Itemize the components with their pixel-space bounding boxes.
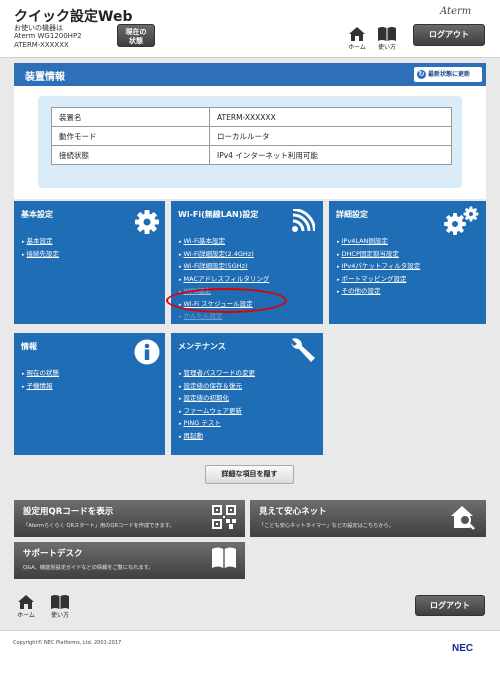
table-row: 動作モード ローカルルータ — [51, 126, 452, 146]
home-label: ホーム — [348, 44, 366, 51]
app-title: クイック設定Web — [14, 9, 133, 25]
book-icon — [378, 27, 396, 41]
maintenance-links: 管理者パスワードの変更 設定値の保存＆復元 設定値の初期化 ファームウェア更新 … — [179, 368, 256, 444]
device-info-panel: 装置情報 ↻ 最新状態に更新 装置名 ATERM-XXXXXX 動作モード ロー… — [14, 63, 486, 199]
help-label: 使い方 — [377, 44, 396, 51]
link-firmware-update[interactable]: ファームウェア更新 — [179, 406, 255, 419]
card-desc: Q&A、機能別設定ガイドなどの情報をご覧になれます。 — [23, 565, 154, 571]
row-value: ローカルルータ — [209, 126, 452, 146]
row-key: 接続状態 — [51, 145, 210, 165]
home-icon — [349, 27, 365, 41]
link-port-mapping[interactable]: ポートマッピング設定 — [337, 274, 420, 287]
tile-basic-settings: 基本設定 基本設定 接続先設定 — [14, 201, 165, 324]
footer-logout-button[interactable]: ログアウト — [415, 595, 485, 616]
tile-title: メンテナンス — [178, 342, 226, 351]
link-other-settings[interactable]: その他の設定 — [337, 286, 420, 299]
gear-icon — [135, 210, 159, 234]
tile-title: 詳細設定 — [336, 210, 368, 219]
link-factory-reset[interactable]: 設定値の初期化 — [179, 393, 255, 406]
nec-logo: NEC — [452, 643, 474, 654]
device-model: Aterm WG1200HP2 — [14, 32, 82, 41]
link-admin-password[interactable]: 管理者パスワードの変更 — [179, 368, 256, 381]
tile-title: Wi-Fi(無線LAN)設定 — [178, 210, 259, 219]
book-icon — [51, 595, 69, 609]
current-status-button[interactable]: 現在の 状態 — [117, 24, 155, 47]
link-connection-setting[interactable]: 接続先設定 — [22, 249, 60, 262]
info-icon — [134, 339, 160, 365]
table-row: 装置名 ATERM-XXXXXX — [51, 107, 452, 127]
row-key: 動作モード — [51, 126, 210, 146]
hide-detail-button[interactable]: 詳細な項目を隠す — [205, 465, 294, 484]
gears-icon — [444, 206, 479, 235]
info-links: 現在の状態 子機情報 — [22, 368, 60, 394]
row-value: ATERM-XXXXXX — [209, 107, 452, 127]
card-title: 設定用QRコードを表示 — [23, 507, 114, 517]
card-desc: 「Atermらくらく QRスタート」用のQRコードを作成できます。 — [23, 523, 175, 529]
link-save-restore[interactable]: 設定値の保存＆復元 — [179, 381, 255, 394]
link-wifi-detail-5[interactable]: Wi-Fi詳細設定(5GHz) — [179, 261, 269, 274]
home-icon — [18, 595, 34, 609]
card-title: 見えて安心ネット — [259, 507, 327, 517]
copyright: Copyright© NEC Platforms, Ltd. 2001-2017 — [13, 640, 122, 646]
footer-help-nav[interactable]: 使い方 — [48, 594, 72, 619]
current-status-label-1: 現在の — [125, 28, 147, 36]
highlight-ring — [166, 288, 287, 313]
link-ipv4-lan[interactable]: IPv4LAN側設定 — [337, 236, 420, 249]
mieru-anshin-net-card[interactable]: 見えて安心ネット 「こども安心ネットタイマー」などの設定はこちらから。 — [250, 500, 486, 537]
refresh-label: 最新状態に更新 — [428, 71, 471, 78]
book-icon — [212, 547, 236, 568]
support-desk-card[interactable]: サポートデスク Q&A、機能別設定ガイドなどの情報をご覧になれます。 — [14, 542, 245, 579]
link-basic-setting[interactable]: 基本設定 — [22, 236, 59, 249]
current-status-label-2: 状態 — [129, 37, 143, 45]
home-nav[interactable]: ホーム — [345, 26, 369, 51]
refresh-icon: ↻ — [417, 70, 426, 79]
footer-nav: ホーム 使い方 ログアウト — [0, 587, 500, 627]
help-label: 使い方 — [50, 612, 69, 619]
tile-title: 情報 — [21, 342, 37, 351]
row-key: 装置名 — [51, 107, 210, 127]
link-client-info[interactable]: 子機情報 — [22, 381, 59, 394]
tile-title: 基本設定 — [21, 210, 53, 219]
home-label: ホーム — [17, 612, 35, 619]
logout-button[interactable]: ログアウト — [413, 24, 485, 46]
link-dhcp-fixed[interactable]: DHCP固定割当設定 — [337, 249, 420, 262]
link-wifi-basic[interactable]: Wi-Fi基本設定 — [179, 236, 269, 249]
advanced-links: IPv4LAN側設定 DHCP固定割当設定 IPv4パケットフィルタ設定 ポート… — [337, 236, 421, 299]
header: クイック設定Web お使いの機器は Aterm WG1200HP2 ATERM-… — [0, 0, 500, 58]
device-info-box: 装置名 ATERM-XXXXXX 動作モード ローカルルータ 接続状態 IPv4… — [38, 96, 462, 188]
link-ping-test[interactable]: PING テスト — [179, 418, 255, 431]
footer-home-nav[interactable]: ホーム — [14, 594, 38, 619]
card-desc: 「こども安心ネットタイマー」などの設定はこちらから。 — [259, 523, 394, 529]
device-info-header: 装置情報 ↻ 最新状態に更新 — [14, 63, 486, 86]
tile-maintenance: メンテナンス 管理者パスワードの変更 設定値の保存＆復元 設定値の初期化 ファー… — [171, 333, 323, 455]
refresh-button[interactable]: ↻ 最新状態に更新 — [414, 67, 482, 82]
link-reboot[interactable]: 再起動 — [179, 431, 255, 444]
link-current-status[interactable]: 現在の状態 — [22, 368, 60, 381]
device-info-title: 装置情報 — [25, 72, 65, 83]
tile-advanced-settings: 詳細設定 IPv4LAN側設定 DHCP固定割当設定 IPv4パケットフィルタ設… — [329, 201, 486, 324]
tile-info: 情報 現在の状態 子機情報 — [14, 333, 165, 455]
link-wifi-detail-24[interactable]: Wi-Fi詳細設定(2.4GHz) — [179, 249, 269, 262]
row-value: IPv4 インターネット利用可能 — [209, 145, 452, 165]
wifi-icon — [292, 209, 315, 232]
qr-code-card[interactable]: 設定用QRコードを表示 「Atermらくらく QRスタート」用のQRコードを作成… — [14, 500, 245, 537]
basic-links: 基本設定 接続先設定 — [22, 236, 60, 262]
table-row: 接続状態 IPv4 インターネット利用可能 — [51, 145, 452, 165]
card-title: サポートデスク — [23, 549, 83, 559]
device-caption: お使いの機器は Aterm WG1200HP2 ATERM-XXXXXX — [14, 24, 82, 49]
link-mac-filter[interactable]: MACアドレスフィルタリング — [179, 274, 270, 287]
aterm-logo: Aterm — [440, 6, 472, 17]
qr-code-icon — [212, 505, 236, 529]
device-name: ATERM-XXXXXX — [14, 40, 69, 49]
link-ipv4-packet-filter[interactable]: IPv4パケットフィルタ設定 — [337, 261, 421, 274]
help-nav[interactable]: 使い方 — [375, 26, 399, 51]
wrench-icon — [291, 338, 315, 362]
footer: Copyright© NEC Platforms, Ltd. 2001-2017… — [0, 630, 500, 678]
device-info-table: 装置名 ATERM-XXXXXX 動作モード ローカルルータ 接続状態 IPv4… — [51, 107, 452, 165]
device-caption-line1: お使いの機器は — [14, 24, 63, 32]
house-search-icon — [451, 506, 475, 530]
